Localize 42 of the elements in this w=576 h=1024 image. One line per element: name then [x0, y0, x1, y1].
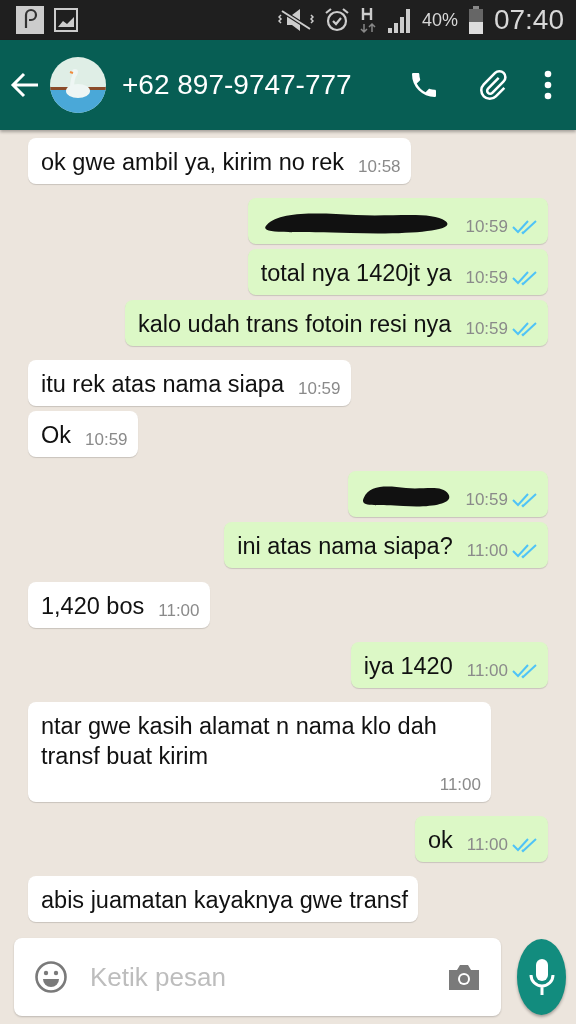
contact-name[interactable]: +62 897-9747-777	[122, 69, 378, 101]
message-text: total nya 1420jt ya	[260, 259, 452, 288]
message-time: 10:59	[465, 268, 508, 288]
message-time: 10:59	[297, 379, 341, 399]
alarm-icon	[323, 7, 350, 33]
message-text: 1,420 bos	[41, 592, 145, 621]
emoji-icon[interactable]	[34, 960, 68, 994]
message-text: iya 1420	[363, 652, 453, 681]
back-arrow-icon	[10, 72, 40, 98]
signal-icon	[385, 7, 412, 33]
message-time: 11:00	[466, 661, 508, 681]
microphone-icon	[527, 957, 556, 997]
mute-vibrate-icon	[277, 7, 314, 33]
message-input[interactable]: Ketik pesan	[88, 960, 427, 994]
message-time: 10:58	[358, 157, 401, 177]
message-text: ok gwe ambil ya, kirim no rek	[41, 148, 344, 177]
microphone-button[interactable]	[517, 939, 566, 1015]
message-text: ok	[427, 826, 453, 855]
message-text: ini atas nama siapa?	[237, 532, 453, 561]
camera-icon[interactable]	[447, 962, 481, 992]
clock: 07:40	[493, 4, 564, 36]
message-time: 10:59	[465, 217, 508, 237]
message-time: 11:00	[439, 775, 481, 795]
message-text: Ok	[41, 421, 72, 450]
message-time: 10:59	[465, 319, 508, 339]
message-time: 10:59	[85, 430, 128, 450]
message-field[interactable]: Ketik pesan	[14, 938, 501, 1016]
back-button[interactable]	[10, 72, 40, 98]
more-icon	[544, 70, 552, 100]
message-text: abis juamatan kayaknya gwe transf	[41, 886, 409, 915]
message-time: 11:00	[466, 835, 508, 855]
battery-percent: 40%	[421, 9, 458, 31]
data-hplus-icon	[359, 6, 376, 34]
message-text: ntar gwe kasih alamat n nama klo dah transf buat kirim	[41, 712, 438, 771]
message-text: itu rek atas nama siapa	[41, 370, 284, 399]
message-time: 11:00	[158, 601, 200, 621]
app-notification-icon	[16, 6, 44, 34]
battery-icon	[467, 6, 484, 34]
image-icon	[54, 8, 78, 32]
message-time: 11:00	[466, 541, 508, 561]
message-text: kalo udah trans fotoin resi nya	[137, 310, 452, 339]
message-time: 10:59	[465, 490, 508, 510]
